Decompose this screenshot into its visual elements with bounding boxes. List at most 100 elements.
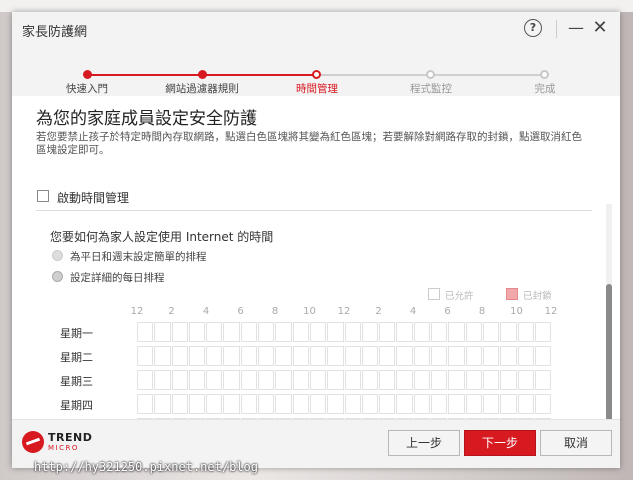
schedule-hour-cell[interactable] xyxy=(465,394,482,414)
schedule-hour-cell[interactable] xyxy=(517,346,534,366)
detailed-schedule-radio[interactable] xyxy=(52,271,63,282)
schedule-hour-cell[interactable] xyxy=(292,370,309,390)
schedule-hour-cell[interactable] xyxy=(206,370,223,390)
schedule-hour-cell[interactable] xyxy=(344,370,361,390)
schedule-hour-cell[interactable] xyxy=(379,346,396,366)
schedule-hour-cell[interactable] xyxy=(413,370,431,390)
schedule-hour-cell[interactable] xyxy=(379,370,396,390)
schedule-hour-cell[interactable] xyxy=(361,322,379,342)
schedule-hour-cell[interactable] xyxy=(223,394,240,414)
previous-button[interactable]: 上一步 xyxy=(388,430,460,456)
schedule-hour-cell[interactable] xyxy=(137,370,154,390)
schedule-hour-cell[interactable] xyxy=(500,322,517,342)
schedule-hour-cell[interactable] xyxy=(534,394,552,414)
schedule-hour-cell[interactable] xyxy=(413,394,431,414)
schedule-hour-cell[interactable] xyxy=(275,322,292,342)
schedule-hour-cell[interactable] xyxy=(361,394,379,414)
schedule-hour-cell[interactable] xyxy=(137,322,154,342)
content-scrollbar[interactable] xyxy=(606,204,612,419)
enable-time-management-checkbox[interactable] xyxy=(37,190,49,202)
schedule-hour-cell[interactable] xyxy=(223,322,240,342)
schedule-hour-cell[interactable] xyxy=(448,322,465,342)
schedule-hour-cell[interactable] xyxy=(154,394,171,414)
schedule-hour-cell[interactable] xyxy=(396,322,413,342)
scrollbar-thumb[interactable] xyxy=(606,284,612,419)
schedule-hour-cell[interactable] xyxy=(309,322,327,342)
schedule-hour-cell[interactable] xyxy=(258,370,275,390)
schedule-hour-cell[interactable] xyxy=(431,370,448,390)
schedule-hour-cell[interactable] xyxy=(309,394,327,414)
schedule-hour-cell[interactable] xyxy=(465,322,482,342)
schedule-hour-cell[interactable] xyxy=(292,346,309,366)
schedule-hour-cell[interactable] xyxy=(275,370,292,390)
help-icon[interactable]: ? xyxy=(524,19,542,37)
schedule-hour-cell[interactable] xyxy=(534,370,552,390)
schedule-hour-cell[interactable] xyxy=(482,370,500,390)
schedule-hour-cell[interactable] xyxy=(327,370,344,390)
schedule-hour-cell[interactable] xyxy=(482,394,500,414)
schedule-hour-cell[interactable] xyxy=(292,322,309,342)
minimize-icon[interactable]: — xyxy=(568,19,584,37)
schedule-hour-cell[interactable] xyxy=(188,394,206,414)
schedule-hour-cell[interactable] xyxy=(431,322,448,342)
schedule-hour-cell[interactable] xyxy=(137,346,154,366)
schedule-hour-cell[interactable] xyxy=(344,394,361,414)
schedule-hour-cell[interactable] xyxy=(448,370,465,390)
schedule-hour-cell[interactable] xyxy=(448,394,465,414)
schedule-hour-cell[interactable] xyxy=(258,394,275,414)
schedule-hour-cell[interactable] xyxy=(517,394,534,414)
schedule-hour-cell[interactable] xyxy=(396,346,413,366)
schedule-hour-cell[interactable] xyxy=(431,394,448,414)
schedule-hour-cell[interactable] xyxy=(171,346,188,366)
schedule-hour-cell[interactable] xyxy=(137,394,154,414)
schedule-hour-cell[interactable] xyxy=(500,370,517,390)
schedule-hour-cell[interactable] xyxy=(240,394,258,414)
next-button[interactable]: 下一步 xyxy=(464,430,536,456)
schedule-hour-cell[interactable] xyxy=(206,322,223,342)
schedule-hour-cell[interactable] xyxy=(465,370,482,390)
schedule-hour-cell[interactable] xyxy=(309,370,327,390)
schedule-hour-cell[interactable] xyxy=(534,322,552,342)
schedule-hour-cell[interactable] xyxy=(396,370,413,390)
schedule-hour-cell[interactable] xyxy=(448,346,465,366)
schedule-hour-cell[interactable] xyxy=(327,394,344,414)
schedule-hour-cell[interactable] xyxy=(482,322,500,342)
schedule-hour-cell[interactable] xyxy=(413,346,431,366)
schedule-hour-cell[interactable] xyxy=(240,346,258,366)
schedule-hour-cell[interactable] xyxy=(517,370,534,390)
schedule-hour-cell[interactable] xyxy=(223,370,240,390)
schedule-hour-cell[interactable] xyxy=(275,346,292,366)
schedule-hour-cell[interactable] xyxy=(379,394,396,414)
schedule-hour-cell[interactable] xyxy=(171,370,188,390)
schedule-hour-cell[interactable] xyxy=(223,346,240,366)
schedule-hour-cell[interactable] xyxy=(396,394,413,414)
schedule-hour-cell[interactable] xyxy=(206,346,223,366)
schedule-hour-cell[interactable] xyxy=(309,346,327,366)
schedule-hour-cell[interactable] xyxy=(188,322,206,342)
schedule-hour-cell[interactable] xyxy=(534,346,552,366)
schedule-hour-cell[interactable] xyxy=(344,346,361,366)
schedule-hour-cell[interactable] xyxy=(258,322,275,342)
simple-schedule-radio[interactable] xyxy=(52,250,63,261)
schedule-hour-cell[interactable] xyxy=(240,370,258,390)
schedule-hour-cell[interactable] xyxy=(154,322,171,342)
schedule-hour-cell[interactable] xyxy=(171,394,188,414)
schedule-hour-cell[interactable] xyxy=(500,394,517,414)
schedule-hour-cell[interactable] xyxy=(327,322,344,342)
schedule-hour-cell[interactable] xyxy=(154,346,171,366)
schedule-hour-cell[interactable] xyxy=(188,346,206,366)
enable-time-management-label[interactable]: 啟動時間管理 xyxy=(57,189,129,206)
schedule-hour-cell[interactable] xyxy=(344,322,361,342)
schedule-hour-cell[interactable] xyxy=(500,346,517,366)
schedule-hour-cell[interactable] xyxy=(240,322,258,342)
schedule-hour-cell[interactable] xyxy=(171,322,188,342)
schedule-hour-cell[interactable] xyxy=(465,346,482,366)
cancel-button[interactable]: 取消 xyxy=(540,430,612,456)
schedule-hour-cell[interactable] xyxy=(361,370,379,390)
schedule-hour-cell[interactable] xyxy=(327,346,344,366)
schedule-hour-cell[interactable] xyxy=(206,394,223,414)
schedule-hour-cell[interactable] xyxy=(517,322,534,342)
detailed-schedule-label[interactable]: 設定詳細的每日排程 xyxy=(70,270,165,285)
schedule-hour-cell[interactable] xyxy=(379,322,396,342)
schedule-hour-cell[interactable] xyxy=(482,346,500,366)
